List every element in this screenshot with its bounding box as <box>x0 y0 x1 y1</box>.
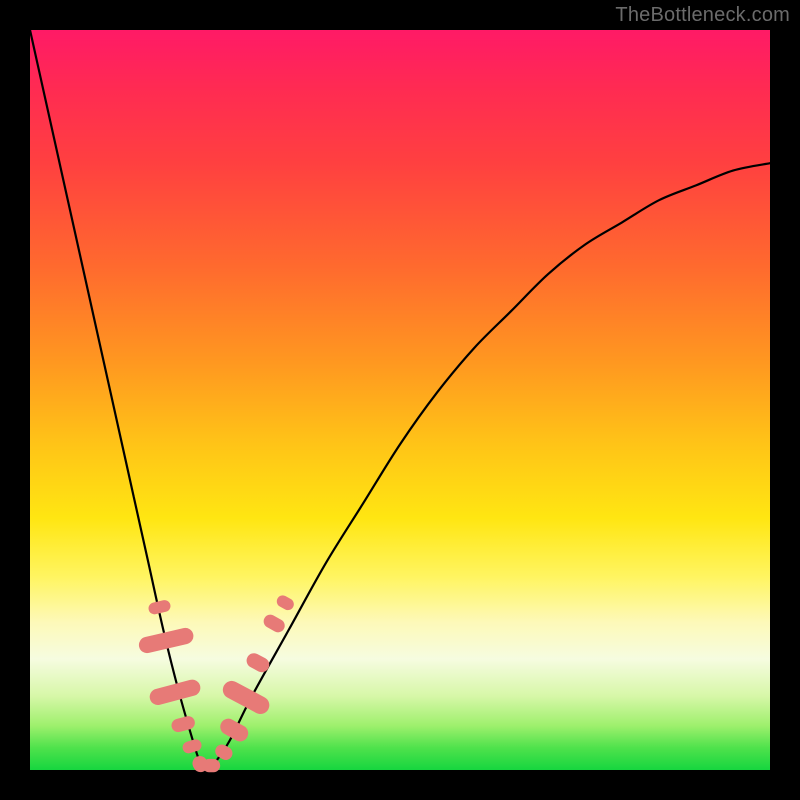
curve-marker <box>261 612 287 634</box>
plot-area <box>30 30 770 770</box>
curve-marker <box>275 593 296 612</box>
curve-layer <box>30 30 770 770</box>
curve-marker <box>220 678 273 717</box>
watermark-text: TheBottleneck.com <box>615 4 790 27</box>
bottleneck-curve <box>30 30 770 770</box>
curve-marker <box>181 738 203 755</box>
curve-marker <box>147 599 171 616</box>
chart-frame: TheBottleneck.com <box>0 0 800 800</box>
curve-marker <box>137 626 195 655</box>
curve-marker <box>170 715 196 734</box>
curve-marker <box>202 759 220 772</box>
curve-marker <box>217 716 251 745</box>
curve-marker <box>148 678 202 707</box>
curve-marker <box>244 651 272 675</box>
